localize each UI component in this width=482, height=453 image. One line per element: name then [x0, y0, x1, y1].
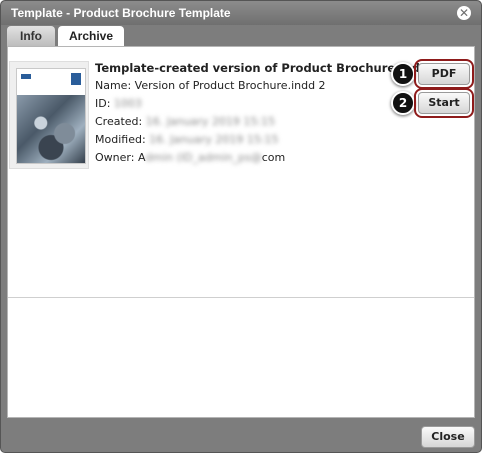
item-modified-row: Modified: 16. January 2019 15:15: [95, 131, 395, 149]
owner-value-suffix: com: [261, 151, 286, 164]
item-created-row: Created: 16. January 2019 15:15: [95, 113, 395, 131]
tab-info[interactable]: Info: [7, 26, 55, 46]
owner-label: Owner:: [95, 151, 135, 164]
modified-value: 16. January 2019 15:15: [149, 133, 279, 146]
brochure-thumbnail: [16, 68, 86, 164]
step-badge-1: 1: [391, 62, 415, 86]
step-badge-2: 2: [391, 91, 415, 115]
created-label: Created:: [95, 115, 143, 128]
dialog-title: Template - Product Brochure Template: [11, 6, 231, 20]
tab-archive[interactable]: Archive: [58, 26, 124, 47]
archive-item: Template-created version of Product Broc…: [8, 47, 474, 297]
created-value: 16. January 2019 15:15: [145, 115, 276, 128]
modified-label: Modified:: [95, 133, 146, 146]
close-button[interactable]: Close: [421, 426, 475, 448]
template-dialog: Template - Product Brochure Template ✕ I…: [0, 0, 482, 453]
dialog-footer: Close: [1, 418, 481, 452]
close-icon[interactable]: ✕: [457, 6, 471, 20]
title-bar: Template - Product Brochure Template ✕: [1, 1, 481, 25]
name-value: Version of Product Brochure.indd 2: [134, 79, 326, 92]
name-label: Name:: [95, 79, 132, 92]
item-owner-row: Owner: Admin (ID_admin_ps@com: [95, 149, 395, 167]
id-label: ID:: [95, 97, 111, 110]
item-details: Template-created version of Product Broc…: [95, 59, 429, 167]
pdf-button[interactable]: PDF: [414, 59, 474, 89]
item-name-row: Name: Version of Product Brochure.indd 2: [95, 77, 395, 95]
panel-divider: [8, 297, 474, 298]
brochure-logo-icon: [21, 74, 31, 79]
owner-value-hidden: dmin (ID_admin_ps@: [145, 151, 262, 164]
thumbnail-frame[interactable]: [9, 61, 89, 169]
item-id-row: ID: 1003: [95, 95, 395, 113]
archive-panel: Template-created version of Product Broc…: [7, 46, 475, 418]
item-title: Template-created version of Product Broc…: [95, 61, 429, 75]
brochure-badge-icon: [71, 73, 81, 85]
brochure-photo: [17, 95, 85, 163]
id-value: 1003: [113, 97, 142, 110]
start-button[interactable]: Start: [414, 88, 474, 118]
